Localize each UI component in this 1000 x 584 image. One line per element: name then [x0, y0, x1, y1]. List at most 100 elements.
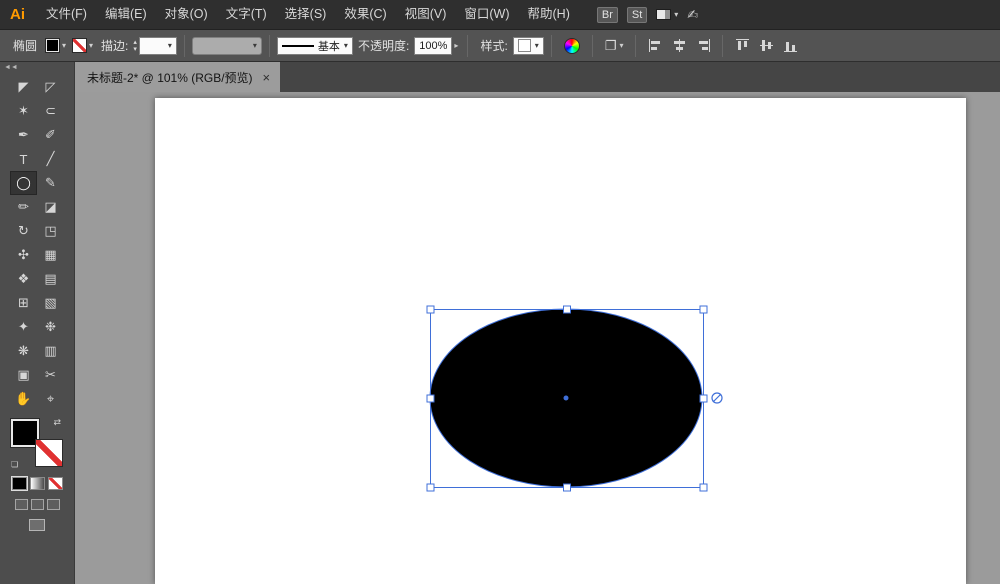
- pen-tool[interactable]: ✒: [10, 123, 37, 147]
- direct-selection-tool-icon: ◸: [46, 79, 56, 95]
- align-top-button[interactable]: [731, 35, 753, 57]
- menu-object[interactable]: 对象(O): [156, 0, 217, 29]
- align-bottom-button[interactable]: [779, 35, 801, 57]
- direct-selection-tool[interactable]: ◸: [37, 75, 64, 99]
- swap-fill-stroke-icon[interactable]: ⇄: [53, 417, 61, 428]
- stepper-down-icon[interactable]: ▾: [133, 46, 137, 53]
- document-tab[interactable]: 未标题-2* @ 101% (RGB/预览) ×: [75, 62, 280, 92]
- color-button[interactable]: [12, 477, 27, 490]
- menu-effect[interactable]: 效果(C): [335, 0, 395, 29]
- column-graph-tool[interactable]: ▥: [37, 339, 64, 363]
- screen-mode-button[interactable]: [29, 519, 45, 531]
- align-right-button[interactable]: [692, 35, 714, 57]
- scale-tool[interactable]: ◳: [37, 219, 64, 243]
- style-select[interactable]: ▾: [513, 37, 544, 55]
- handle-bottom-right[interactable]: [700, 484, 707, 491]
- separator: [551, 35, 552, 57]
- tool-grid: ◤ ◸ ✶ ⊂ ✒ ✐ T╱◯✎✏◪ ↻ ◳✣ ▦ ❖ ▤ ⊞ ▧ ✦❉ ❋ ▥▣✂✋⌖: [10, 75, 64, 411]
- stroke-color-indicator[interactable]: [35, 439, 63, 467]
- blob-brush-tool-icon: ✐: [45, 127, 56, 143]
- canvas[interactable]: [75, 92, 1000, 584]
- magic-wand-tool[interactable]: ✶: [10, 99, 37, 123]
- fill-color-dropdown[interactable]: ▾: [45, 38, 66, 53]
- type-tool[interactable]: T: [10, 147, 37, 171]
- width-tool[interactable]: ✣: [10, 243, 37, 267]
- handle-top-center[interactable]: [564, 306, 571, 313]
- perspective-grid-tool[interactable]: ▤: [37, 267, 64, 291]
- handle-middle-left[interactable]: [427, 395, 434, 402]
- mesh-tool[interactable]: ⊞: [10, 291, 37, 315]
- menu-file[interactable]: 文件(F): [37, 0, 96, 29]
- pencil-tool[interactable]: ✏: [10, 195, 37, 219]
- free-transform-tool[interactable]: ▦: [37, 243, 64, 267]
- default-colors-icon[interactable]: ❏: [11, 460, 18, 469]
- symbol-sprayer-tool-icon: ❋: [18, 343, 29, 359]
- gesture-icon[interactable]: ✍: [687, 7, 698, 23]
- separator: [184, 35, 185, 57]
- panel-collapse-button[interactable]: ◄◄: [0, 64, 74, 75]
- style-swatch-icon: [518, 39, 531, 52]
- fill-swatch-icon: [45, 38, 60, 53]
- align-left-button[interactable]: [644, 35, 666, 57]
- free-transform-tool-icon: ▦: [44, 247, 56, 263]
- blend-tool[interactable]: ❉: [37, 315, 64, 339]
- gradient-tool-icon: ▧: [44, 295, 56, 311]
- menu-select[interactable]: 选择(S): [276, 0, 336, 29]
- stroke-color-dropdown[interactable]: ▾: [72, 38, 93, 53]
- rotate-tool-icon: ↻: [18, 223, 29, 239]
- app-logo[interactable]: Ai: [0, 6, 37, 23]
- draw-behind-button[interactable]: [31, 499, 44, 510]
- blob-brush-tool[interactable]: ✐: [37, 123, 64, 147]
- gradient-button[interactable]: [30, 477, 45, 490]
- menu-view[interactable]: 视图(V): [396, 0, 456, 29]
- paintbrush-tool[interactable]: ✎: [37, 171, 64, 195]
- handle-bottom-center[interactable]: [564, 484, 571, 491]
- stroke-weight-stepper[interactable]: ▴ ▾: [133, 39, 137, 53]
- symbol-sprayer-tool[interactable]: ❋: [10, 339, 37, 363]
- align-vertical-center-button[interactable]: [755, 35, 777, 57]
- transform-panel-button[interactable]: ❐ ▾: [605, 38, 624, 54]
- selection-tool[interactable]: ◤: [10, 75, 37, 99]
- line-segment-tool[interactable]: ╱: [37, 147, 64, 171]
- eyedropper-tool[interactable]: ✦: [10, 315, 37, 339]
- stock-button[interactable]: St: [627, 7, 647, 23]
- stepper-up-icon[interactable]: ▴: [133, 39, 137, 46]
- stroke-weight-select[interactable]: ▾: [139, 37, 177, 55]
- lasso-tool[interactable]: ⊂: [37, 99, 64, 123]
- workspace-switcher[interactable]: ▾: [656, 9, 678, 20]
- rotate-tool[interactable]: ↻: [10, 219, 37, 243]
- opacity-menu-icon[interactable]: ▸: [454, 41, 458, 50]
- slice-tool[interactable]: ✂: [37, 363, 64, 387]
- handle-top-right[interactable]: [700, 306, 707, 313]
- shape-builder-tool[interactable]: ❖: [10, 267, 37, 291]
- align-left-icon: [648, 38, 663, 53]
- opacity-select[interactable]: 100%: [414, 37, 452, 55]
- none-button[interactable]: [48, 477, 63, 490]
- magic-wand-tool-icon: ✶: [18, 103, 29, 119]
- recolor-artwork-button[interactable]: [564, 38, 580, 54]
- menu-items: 文件(F)编辑(E)对象(O)文字(T)选择(S)效果(C)视图(V)窗口(W)…: [37, 0, 579, 29]
- draw-normal-button[interactable]: [15, 499, 28, 510]
- menu-window[interactable]: 窗口(W): [455, 0, 518, 29]
- menu-type[interactable]: 文字(T): [217, 0, 276, 29]
- gradient-tool[interactable]: ▧: [37, 291, 64, 315]
- zoom-tool[interactable]: ⌖: [37, 387, 64, 411]
- perspective-grid-tool-icon: ▤: [44, 271, 56, 287]
- ellipse-tool[interactable]: ◯: [10, 171, 37, 195]
- handle-bottom-left[interactable]: [427, 484, 434, 491]
- handle-middle-right[interactable]: [700, 395, 707, 402]
- tab-close-icon[interactable]: ×: [263, 70, 271, 85]
- lasso-tool-icon: ⊂: [45, 103, 56, 119]
- draw-inside-button[interactable]: [47, 499, 60, 510]
- align-horizontal-center-button[interactable]: [668, 35, 690, 57]
- brush-definition-select[interactable]: ▾: [192, 37, 262, 55]
- menu-edit[interactable]: 编辑(E): [96, 0, 156, 29]
- menu-help[interactable]: 帮助(H): [519, 0, 579, 29]
- center-point[interactable]: [564, 396, 569, 401]
- handle-top-left[interactable]: [427, 306, 434, 313]
- bridge-button[interactable]: Br: [597, 7, 618, 23]
- artboard-tool[interactable]: ▣: [10, 363, 37, 387]
- stroke-style-select[interactable]: 基本 ▾: [277, 37, 353, 55]
- eraser-tool[interactable]: ◪: [37, 195, 64, 219]
- hand-tool[interactable]: ✋: [10, 387, 37, 411]
